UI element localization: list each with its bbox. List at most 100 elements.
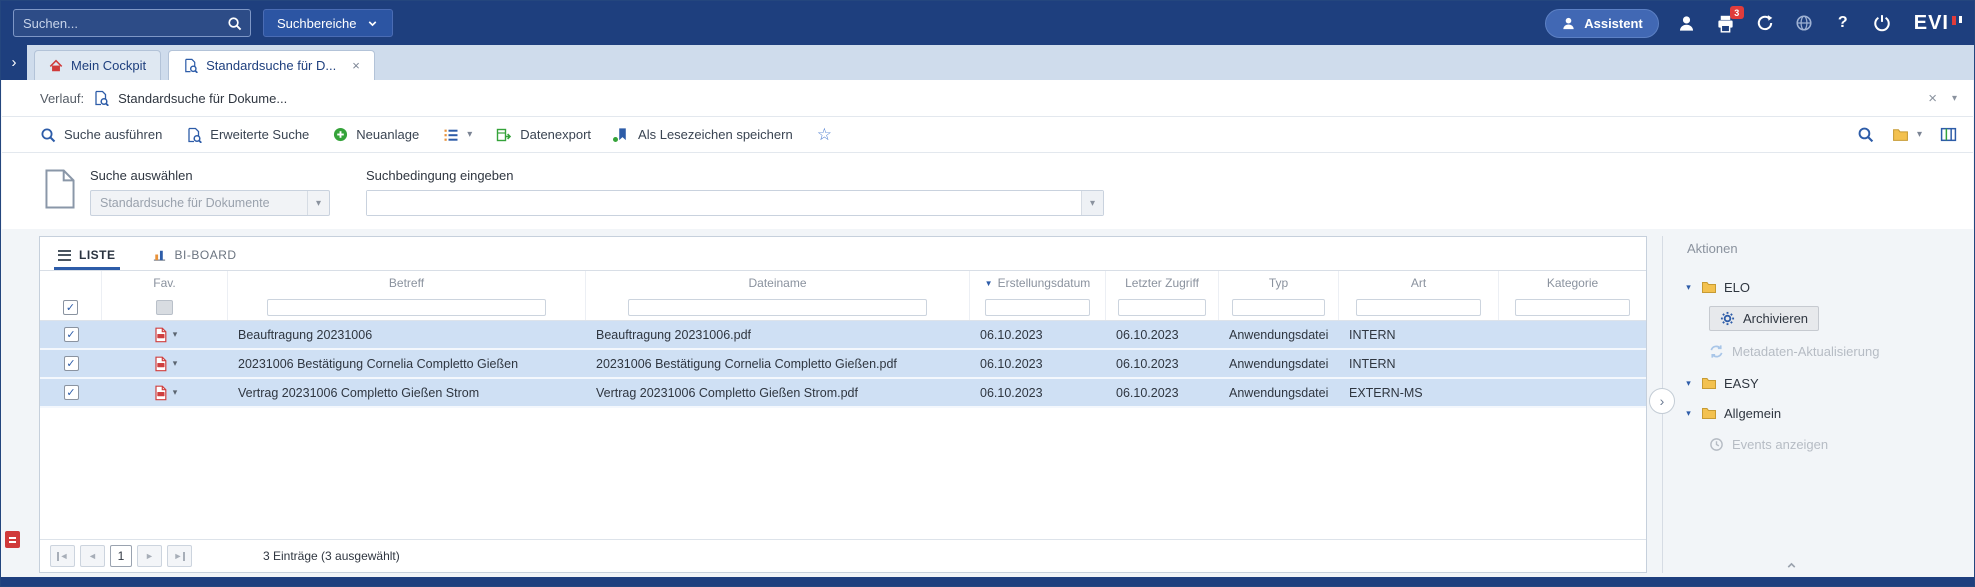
printer-icon[interactable]: 3: [1715, 12, 1737, 34]
sort-desc-icon: ▼: [985, 279, 993, 288]
help-icon[interactable]: ?: [1832, 12, 1854, 34]
table-row[interactable]: ✓ ▾ Beauftragung 20231006 Beauftragung 2…: [40, 321, 1646, 350]
chevron-down-icon[interactable]: ▾: [307, 191, 329, 215]
folder-icon: [1701, 375, 1717, 391]
history-row: Verlauf: Standardsuche für Dokume... × ▾: [2, 80, 1973, 117]
close-icon[interactable]: ×: [1928, 90, 1937, 107]
tab-liste[interactable]: LISTE: [54, 248, 120, 270]
select-all-checkbox[interactable]: ✓: [63, 300, 78, 315]
row-checkbox[interactable]: ✓: [64, 327, 79, 342]
refresh-icon[interactable]: [1754, 12, 1776, 34]
cell-erstellungsdatum: 06.10.2023: [970, 328, 1106, 342]
filter-art-input[interactable]: [1356, 299, 1480, 316]
advanced-search-button[interactable]: Erweiterte Suche: [186, 127, 309, 143]
cell-typ: Anwendungsdatei: [1219, 328, 1339, 342]
next-page-button[interactable]: ►: [137, 545, 162, 567]
pdf-icon[interactable]: [153, 356, 169, 372]
folder-search-button[interactable]: ▾: [1892, 126, 1922, 143]
action-metadaten: Metadaten-Aktualisierung: [1709, 344, 1879, 359]
advanced-search-icon: [186, 127, 202, 143]
current-page[interactable]: 1: [110, 545, 132, 567]
panel-collapse-button[interactable]: ›: [1649, 388, 1675, 414]
filter-kategorie-input[interactable]: [1515, 299, 1630, 316]
chevron-down-icon[interactable]: ▾: [1081, 191, 1103, 215]
header-art[interactable]: Art: [1339, 271, 1499, 295]
globe-icon[interactable]: [1793, 12, 1815, 34]
tree-folder-elo[interactable]: ▾ ELO: [1683, 272, 1953, 302]
tree-folder-allgemein[interactable]: ▾ Allgemein: [1683, 398, 1953, 428]
filter-typ-input[interactable]: [1232, 299, 1325, 316]
header-fav[interactable]: Fav.: [102, 271, 228, 295]
result-summary: 3 Einträge (3 ausgewählt): [263, 549, 400, 563]
chevron-down-icon[interactable]: ▾: [173, 329, 178, 340]
plus-circle-icon: [333, 127, 348, 142]
row-checkbox[interactable]: ✓: [64, 356, 79, 371]
pdf-icon[interactable]: [153, 385, 169, 401]
table-row[interactable]: ✓ ▾ 20231006 Bestätigung Cornelia Comple…: [40, 350, 1646, 379]
search-scope-button[interactable]: Suchbereiche: [263, 9, 393, 37]
header-dateiname[interactable]: Dateiname: [586, 271, 970, 295]
data-export-button[interactable]: Datenexport: [496, 127, 591, 143]
prev-page-button[interactable]: ◄: [80, 545, 105, 567]
filter-row: ✓: [40, 295, 1646, 321]
results-panel: LISTE BI-BOARD Fav. Betreff Dateiname ▼E…: [39, 236, 1647, 573]
new-entry-button[interactable]: Neuanlage: [333, 127, 419, 142]
assistant-button[interactable]: Assistent: [1545, 9, 1659, 38]
fav-filter-button[interactable]: [156, 300, 173, 315]
save-bookmark-button[interactable]: Als Lesezeichen speichern: [615, 127, 793, 142]
favorite-star-icon[interactable]: ☆: [817, 126, 832, 143]
pdf-icon[interactable]: [153, 327, 169, 343]
header-betreff[interactable]: Betreff: [228, 271, 586, 295]
document-icon: [44, 169, 76, 209]
chevron-down-icon[interactable]: ▾: [173, 358, 178, 369]
header-letzter-zugriff[interactable]: Letzter Zugriff: [1106, 271, 1219, 295]
toolbar: Suche ausführen Erweiterte Suche Neuanla…: [2, 117, 1973, 153]
row-checkbox[interactable]: ✓: [64, 385, 79, 400]
app-window: Suchbereiche Assistent 3 ? EVI ›: [0, 0, 1975, 587]
chevron-down-icon[interactable]: ▾: [1952, 93, 1957, 104]
sync-icon: [1709, 344, 1724, 359]
view-mode-button[interactable]: ▾: [443, 127, 472, 143]
filter-letzter-zugriff-input[interactable]: [1118, 299, 1205, 316]
condition-input[interactable]: [367, 191, 1081, 215]
last-page-button[interactable]: ►: [167, 545, 192, 567]
power-icon[interactable]: [1871, 12, 1893, 34]
zoom-search-icon[interactable]: [1857, 126, 1874, 143]
chevron-down-icon[interactable]: ▾: [173, 387, 178, 398]
global-search-input[interactable]: [14, 16, 227, 31]
cell-erstellungsdatum: 06.10.2023: [970, 386, 1106, 400]
user-icon[interactable]: [1676, 12, 1698, 34]
tab-mein-cockpit[interactable]: Mein Cockpit: [34, 50, 161, 80]
header-kategorie[interactable]: Kategorie: [1499, 271, 1646, 295]
filter-dateiname-input[interactable]: [628, 299, 927, 316]
close-tab-icon[interactable]: ×: [352, 58, 360, 73]
cell-dateiname: Beauftragung 20231006.pdf: [586, 328, 970, 342]
tree-expand-icon[interactable]: ▾: [1683, 378, 1694, 389]
tab-label: Standardsuche für D...: [206, 58, 336, 73]
search-icon[interactable]: [227, 16, 242, 31]
cell-dateiname: 20231006 Bestätigung Cornelia Completto …: [586, 357, 970, 371]
tab-standardsuche[interactable]: Standardsuche für D... ×: [168, 50, 375, 80]
header-typ[interactable]: Typ: [1219, 271, 1339, 295]
panel-splitter: ›: [1647, 229, 1677, 577]
filter-erstellungsdatum-input[interactable]: [985, 299, 1090, 316]
alert-badge-icon[interactable]: [5, 531, 20, 548]
header-erstellungsdatum[interactable]: ▼Erstellungsdatum: [970, 271, 1106, 295]
history-entry[interactable]: Standardsuche für Dokume...: [118, 91, 287, 106]
tab-bi-board[interactable]: BI-BOARD: [148, 247, 241, 270]
tree-folder-easy[interactable]: ▾ EASY: [1683, 368, 1953, 398]
search-template-select[interactable]: Standardsuche für Dokumente ▾: [90, 190, 330, 216]
action-archivieren[interactable]: Archivieren: [1709, 306, 1819, 331]
filter-betreff-input[interactable]: [267, 299, 545, 316]
brand-logo: EVI: [1914, 12, 1962, 35]
run-search-button[interactable]: Suche ausführen: [40, 127, 162, 143]
table-header: Fav. Betreff Dateiname ▼Erstellungsdatum…: [40, 271, 1646, 295]
scroll-up-icon[interactable]: [1785, 557, 1798, 575]
first-page-button[interactable]: ◄: [50, 545, 75, 567]
tree-expand-icon[interactable]: ▾: [1683, 282, 1694, 293]
tab-strip-expander-icon[interactable]: ›: [1, 45, 27, 80]
column-settings-icon[interactable]: [1940, 126, 1957, 143]
table-row[interactable]: ✓ ▾ Vertrag 20231006 Completto Gießen St…: [40, 379, 1646, 408]
chart-icon: [152, 247, 167, 262]
tree-expand-icon[interactable]: ▾: [1683, 408, 1694, 419]
